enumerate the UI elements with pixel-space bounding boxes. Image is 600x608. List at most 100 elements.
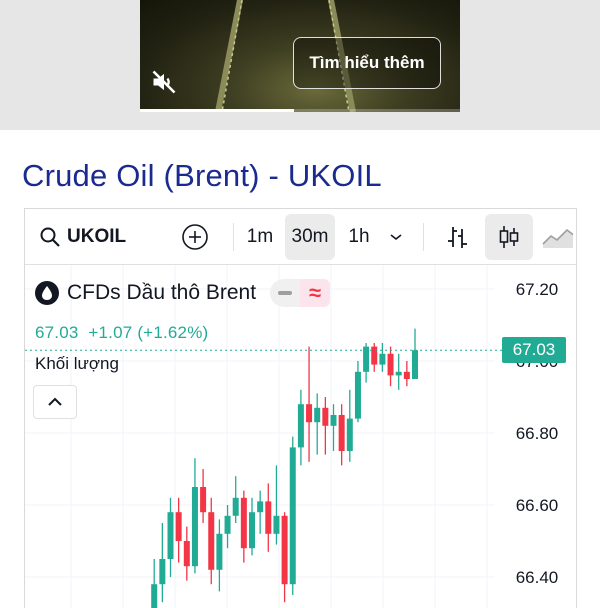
candle bbox=[412, 328, 418, 379]
candle-body bbox=[232, 497, 239, 516]
video-player[interactable]: Tìm hiểu thêm bbox=[140, 0, 460, 112]
candle-body bbox=[306, 404, 313, 423]
candle-body bbox=[208, 512, 215, 570]
video-progress-bar[interactable] bbox=[140, 109, 460, 112]
video-ad-band: Tìm hiểu thêm bbox=[0, 0, 600, 130]
symbol-search[interactable]: UKOIL bbox=[33, 209, 143, 264]
candle bbox=[232, 476, 239, 523]
page-title: Crude Oil (Brent) - UKOIL bbox=[22, 158, 382, 193]
candle-body bbox=[281, 515, 288, 585]
candle-body bbox=[346, 418, 353, 451]
candle-body bbox=[224, 515, 231, 534]
candle bbox=[322, 397, 329, 455]
candlestick-style-icon bbox=[499, 226, 519, 248]
candle bbox=[354, 361, 361, 423]
candle bbox=[338, 404, 345, 466]
video-progress-fill bbox=[140, 109, 294, 112]
candle-body bbox=[314, 407, 321, 423]
candle-body bbox=[330, 415, 337, 426]
interval-30m[interactable]: 30m bbox=[285, 214, 335, 260]
candle-body bbox=[191, 487, 198, 567]
bars-style-button[interactable] bbox=[439, 209, 475, 264]
candle bbox=[224, 505, 231, 549]
candle-body bbox=[387, 353, 394, 376]
y-axis-tick-label: 66.60 bbox=[516, 496, 559, 515]
chart-widget: UKOIL 1m 30m 1h 67.20 66.80 66.60 66.40 … bbox=[24, 208, 577, 608]
candle-body bbox=[159, 559, 166, 585]
volume-label: Khối lượng bbox=[35, 354, 119, 373]
speaker-muted-icon[interactable] bbox=[150, 68, 178, 96]
interval-dropdown[interactable] bbox=[385, 209, 407, 264]
interval-1m[interactable]: 1m bbox=[241, 209, 279, 264]
candle-body bbox=[216, 533, 223, 570]
candle-body bbox=[265, 501, 272, 534]
compare-button[interactable] bbox=[177, 209, 213, 264]
legend-buttons: ≈ bbox=[270, 279, 331, 307]
candle bbox=[151, 559, 158, 608]
learn-more-button[interactable]: Tìm hiểu thêm bbox=[293, 37, 441, 89]
bar-chart-style-icon bbox=[448, 226, 467, 248]
collapse-legend-button[interactable] bbox=[33, 385, 77, 419]
candle-body bbox=[183, 541, 190, 567]
candle-body bbox=[289, 447, 296, 585]
candle-body bbox=[167, 512, 174, 559]
candle bbox=[297, 389, 304, 466]
candle bbox=[314, 393, 321, 455]
candle-body bbox=[257, 501, 264, 513]
candle bbox=[395, 353, 402, 390]
candle-body bbox=[322, 407, 329, 426]
candle bbox=[200, 469, 207, 523]
candle-body bbox=[412, 350, 418, 379]
candle bbox=[265, 483, 272, 552]
candle-body bbox=[200, 487, 207, 513]
candle-body bbox=[175, 512, 182, 541]
candle bbox=[281, 512, 288, 603]
y-axis-tick-label: 66.80 bbox=[516, 424, 559, 443]
candle bbox=[403, 361, 410, 387]
candle-body bbox=[249, 512, 255, 549]
candle bbox=[379, 343, 386, 372]
toolbar-separator bbox=[233, 223, 234, 251]
video-frame-decoration bbox=[215, 0, 243, 112]
chevron-down-icon bbox=[390, 233, 402, 240]
chevron-up-icon bbox=[48, 397, 62, 406]
approx-icon[interactable]: ≈ bbox=[300, 279, 331, 307]
area-style-button[interactable] bbox=[539, 209, 575, 264]
plus-circle-icon bbox=[182, 223, 208, 250]
candle bbox=[346, 389, 353, 462]
interval-1h[interactable]: 1h bbox=[343, 209, 375, 264]
hide-series-button[interactable] bbox=[270, 279, 301, 307]
candle bbox=[289, 436, 296, 595]
candle-body bbox=[379, 353, 386, 365]
y-axis-tick-label: 67.20 bbox=[516, 280, 559, 299]
candle-body bbox=[371, 346, 378, 365]
candle bbox=[240, 490, 247, 563]
candle bbox=[363, 343, 370, 383]
minus-icon bbox=[278, 291, 293, 295]
candle bbox=[208, 497, 215, 585]
candle-body bbox=[403, 371, 410, 379]
price-chart[interactable]: 67.2067.0066.8066.6066.40 CFDs Dầu thô B… bbox=[25, 265, 577, 608]
symbol-label: UKOIL bbox=[67, 225, 127, 247]
series-legend: CFDs Dầu thô Brent ≈ bbox=[35, 279, 331, 307]
candle bbox=[257, 490, 264, 534]
candle-body bbox=[395, 371, 402, 376]
candle bbox=[183, 526, 190, 581]
candle-body bbox=[297, 404, 304, 448]
candle bbox=[167, 497, 174, 577]
candle bbox=[175, 497, 182, 563]
candle-body bbox=[151, 584, 158, 608]
candle bbox=[216, 519, 223, 592]
candle-body bbox=[273, 515, 280, 534]
chart-toolbar: UKOIL 1m 30m 1h bbox=[25, 209, 576, 265]
candle bbox=[249, 497, 255, 556]
search-icon bbox=[40, 227, 60, 247]
candles-style-button[interactable] bbox=[485, 214, 533, 260]
candle bbox=[306, 346, 313, 462]
toolbar-separator bbox=[423, 223, 424, 251]
area-chart-style-icon bbox=[542, 228, 573, 248]
y-axis-tick-label: 66.40 bbox=[516, 568, 559, 587]
candle bbox=[371, 343, 378, 372]
candle bbox=[191, 458, 198, 574]
candlestick-chart[interactable]: 67.2067.0066.8066.6066.40 bbox=[25, 265, 577, 608]
